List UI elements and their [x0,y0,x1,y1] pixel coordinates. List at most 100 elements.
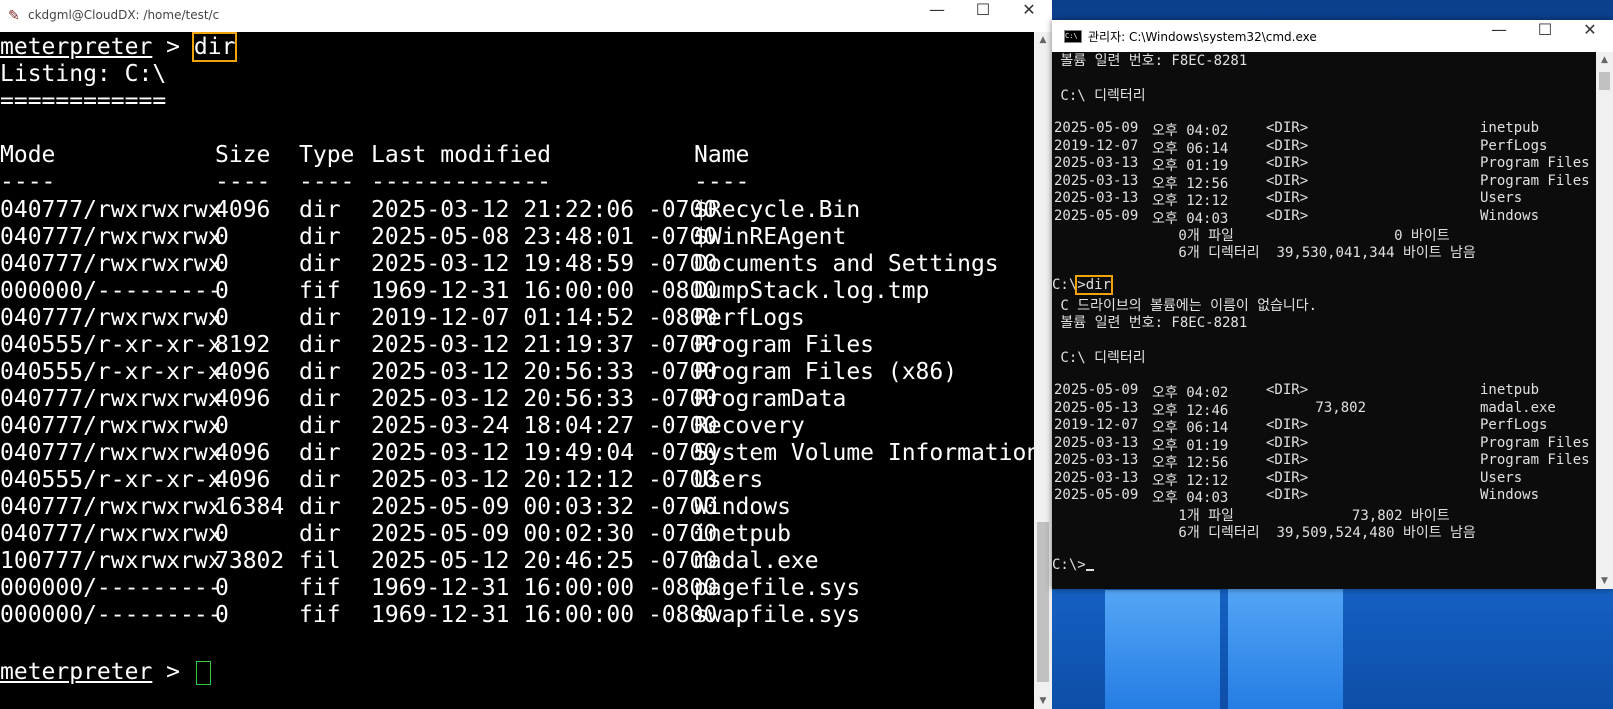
cell-name: Documents and Settings [694,251,999,277]
cell-last: 2019-12-07 01:14:52 -0800 [371,305,718,331]
cmd-current-prompt[interactable]: C:\> [1052,557,1094,575]
cell-name: $WinREAgent [694,224,847,250]
cell-type: dir [299,467,341,493]
terminal-output[interactable]: meterpreter > dir Listing: C:\ =========… [0,32,1034,709]
terminal-scrollbar[interactable]: ▲ ▼ [1034,32,1052,709]
scrollbar-thumb[interactable] [1599,72,1610,90]
terminal-titlebar[interactable]: ✎ ckdgml@CloudDX: /home/test/c — ☐ ✕ [0,0,1052,32]
entry-name: Program Files (x86) [1480,172,1590,189]
cmd-maximize-button[interactable]: ☐ [1522,20,1568,52]
cell-size: 0 [215,224,229,250]
list-item: 2025-03-13 오후 12:12 <DIR> Users [1052,469,1596,489]
cmd-scrollbar[interactable]: ▲ ▼ [1596,52,1613,589]
cmd-command-text: >dir [1075,275,1114,295]
close-button[interactable]: ✕ [1006,0,1052,32]
minimize-button[interactable]: — [914,0,960,32]
window-title: ckdgml@CloudDX: /home/test/c [28,8,220,22]
rule-name: ---- [694,169,750,195]
terminal-cursor [195,660,211,685]
listing-title: Listing: C:\ [0,61,167,87]
entry-name: inetpub [1480,382,1540,398]
table-row: 040777/rwxrwxrwx 0 dir 2025-05-08 23:48:01 … [0,224,1030,250]
entry-kind: <DIR> [1266,469,1309,486]
scrollbar-thumb[interactable] [1037,522,1049,682]
cell-last: 2025-05-09 00:02:30 -0700 [371,521,718,547]
cell-type: dir [299,359,341,385]
cell-size: 8192 [215,332,271,358]
cell-mode: 000000/--------- [0,278,222,304]
entry-name: Windows [1480,487,1540,503]
list-item: 2025-05-09 오후 04:02 <DIR> inetpub [1052,120,1596,139]
cell-type: dir [299,251,341,277]
cell-name: Program Files [694,332,875,358]
cell-name: ProgramData [694,386,847,412]
entry-time: 오후 04:03 [1152,490,1229,506]
cell-last: 2025-03-12 19:49:04 -0700 [371,440,718,466]
cell-size: 73802 [215,548,285,574]
entry-kind: <DIR> [1266,487,1309,503]
cmd-titlebar[interactable]: C:\ 관리자: C:\Windows\system32\cmd.exe — ☐… [1052,20,1613,52]
prompt-path: C:\ [1052,277,1078,293]
prompt-line-current[interactable]: meterpreter > [0,659,211,685]
table-row: 000000/--------- 0 fif 1969-12-31 16:00:00 … [0,575,1030,601]
cell-mode: 040777/rwxrwxrwx [0,494,222,520]
entry-date: 2025-05-13 [1054,399,1139,416]
table-row: 000000/--------- 0 fif 1969-12-31 16:00:00 … [0,278,1030,304]
cell-type: fif [299,575,341,601]
cell-last: 2025-03-12 20:56:33 -0700 [371,359,718,385]
scroll-down-arrow-icon[interactable]: ▼ [1596,573,1613,589]
summary-files: 0개 파일 0 바이트 [1052,228,1450,244]
scroll-up-arrow-icon[interactable]: ▲ [1034,32,1052,48]
cell-size: 16384 [215,494,285,520]
terminal-window[interactable]: ✎ ckdgml@CloudDX: /home/test/c — ☐ ✕ met… [0,0,1052,709]
entry-name: Program Files [1480,155,1590,171]
cell-name: $Recycle.Bin [694,197,861,223]
table-row: 040777/rwxrwxrwx 4096 dir 2025-03-12 19:49:… [0,440,1034,466]
list-item: 2019-12-07 오후 06:14 <DIR> PerfLogs [1052,137,1596,157]
table-row: 040555/r-xr-xr-x 4096 dir 2025-03-12 20:12:… [0,467,1030,493]
entry-kind: <DIR> [1266,382,1309,398]
scroll-down-arrow-icon[interactable]: ▼ [1034,693,1052,709]
cmd-close-button[interactable]: ✕ [1567,20,1613,52]
serial-line: 볼륨 일련 번호: F8EC-8281 [1052,315,1248,331]
maximize-button[interactable]: ☐ [960,0,1006,32]
cell-mode: 040777/rwxrwxrwx [0,251,222,277]
entry-name: inetpub [1480,120,1540,136]
list-item: 2025-03-13오후 12:56<DIR>Program Files (x8… [1052,452,1596,471]
cmd-output[interactable]: 볼륨 일련 번호: F8EC-8281 C:\ 디렉터리 2025-05-09 오… [1052,52,1596,589]
cell-size: 4096 [215,359,271,385]
entry-date: 2019-12-07 [1054,417,1139,433]
cell-size: 0 [215,305,229,331]
cell-size: 0 [215,278,229,304]
entry-date: 2025-03-13 [1054,172,1139,189]
cell-name: Users [694,467,764,493]
rule-type: ---- [299,169,355,195]
windows-logo-pane [1228,585,1343,709]
cmd-minimize-button[interactable]: — [1476,20,1522,52]
header-last-modified: Last modified [371,142,552,168]
entry-kind: <DIR> [1266,417,1309,433]
command-text: dir [191,32,238,62]
entry-date: 2025-03-13 [1054,452,1139,468]
cell-last: 2025-03-12 19:48:59 -0700 [371,251,718,277]
entry-name: Windows [1480,207,1540,224]
windows-logo-pane [1105,590,1220,709]
entry-kind: <DIR> [1266,155,1309,171]
header-mode: Mode [0,142,56,168]
rule-mode: ---- [0,169,56,195]
entry-date: 2025-03-13 [1054,190,1139,206]
entry-date: 2019-12-07 [1054,137,1139,154]
scroll-up-arrow-icon[interactable]: ▲ [1596,52,1613,68]
cell-size: 4096 [215,386,271,412]
entry-kind: <DIR> [1266,172,1309,189]
cell-type: dir [299,305,341,331]
cmd-window[interactable]: C:\ 관리자: C:\Windows\system32\cmd.exe — ☐… [1052,20,1613,589]
prompt-label: meterpreter [0,34,153,60]
list-item: 2025-05-09 오후 04:02 <DIR> inetpub [1052,382,1596,401]
cell-type: dir [299,197,341,223]
cell-mode: 040777/rwxrwxrwx [0,386,222,412]
entry-kind: <DIR> [1266,120,1309,136]
cell-name: Windows [694,494,791,520]
dir-header: C:\ 디렉터리 [1052,350,1146,366]
cell-size: 0 [215,602,229,628]
